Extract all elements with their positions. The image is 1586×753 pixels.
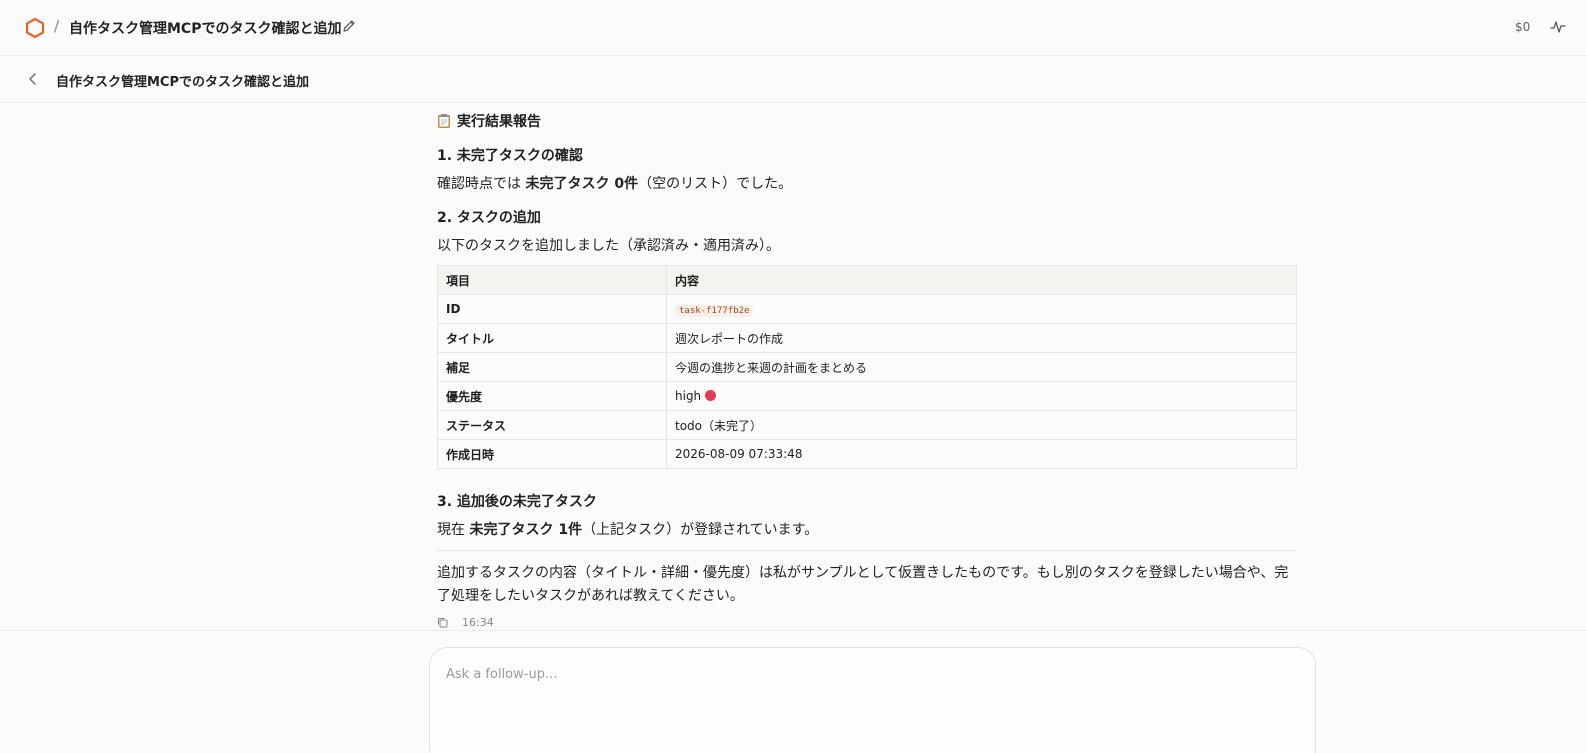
cost-indicator: $0 (1515, 20, 1531, 34)
composer-area (0, 630, 1586, 753)
table-value-cell: 今週の進捗と来週の計画をまとめる (666, 352, 1297, 382)
assistant-message: 実行結果報告 1. 未完了タスクの確認 確認時点では 未完了タスク 0件（空のリ… (437, 104, 1297, 630)
priority-value: high (675, 389, 702, 403)
table-row: タイトル 週次レポートの作成 (437, 323, 1297, 353)
task-id-code: task-f177fb2e (675, 305, 754, 317)
text-segment: 確認時点では (437, 176, 526, 192)
table-row: 優先度 high (437, 381, 1297, 411)
task-details-table: 項目 内容 ID task-f177fb2e タイトル 週次レポートの作成 補足… (437, 265, 1297, 469)
top-bar: / 自作タスク管理MCPでのタスク確認と追加 $0 (0, 0, 1586, 56)
sub-header: 自作タスク管理MCPでのタスク確認と追加 (0, 56, 1586, 103)
conversation-title: 自作タスク管理MCPでのタスク確認と追加 (56, 75, 310, 90)
report-heading: 実行結果報告 (437, 111, 541, 131)
note-paragraph: 追加するタスクの内容（タイトル・詳細・優先度）は私がサンプルとして仮置きしたもの… (437, 565, 1289, 604)
table-value-cell: todo（未完了） (666, 410, 1297, 440)
breadcrumb-separator: / (54, 17, 60, 35)
clipboard-icon (438, 114, 450, 128)
table-value-cell: 2026-08-09 07:33:48 (666, 439, 1297, 469)
table-row: ID task-f177fb2e (437, 294, 1297, 324)
activity-pulse-icon[interactable] (1550, 19, 1566, 35)
bold-text: 未完了タスク 1件 (469, 522, 583, 538)
table-value-cell: task-f177fb2e (666, 294, 1297, 324)
thread-title: 自作タスク管理MCPでのタスク確認と追加 (69, 21, 342, 37)
message-time: 16:34 (462, 616, 494, 629)
table-row: 補足 今週の進捗と来週の計画をまとめる (437, 352, 1297, 382)
message-meta: 16:34 (437, 616, 494, 629)
divider (437, 550, 1297, 551)
section-text: 現在 未完了タスク 1件（上記タスク）が登録されています。 (437, 519, 818, 539)
section-title: 2. タスクの追加 (437, 210, 541, 226)
table-key-cell: ステータス (437, 410, 667, 440)
chevron-left-icon[interactable] (26, 72, 40, 86)
follow-up-input[interactable] (446, 662, 1296, 686)
table-header-row: 項目 内容 (437, 265, 1297, 295)
red-circle-icon (705, 390, 717, 401)
section-text: 確認時点では 未完了タスク 0件（空のリスト）でした。 (437, 173, 792, 193)
table-row: ステータス todo（未完了） (437, 410, 1297, 440)
bold-text: 未完了タスク 0件 (525, 176, 639, 192)
text-segment: （空のリスト）でした。 (638, 176, 793, 192)
text-segment: 現在 (437, 522, 470, 538)
section-title: 3. 追加後の未完了タスク (437, 494, 597, 510)
table-value-cell: 週次レポートの作成 (666, 323, 1297, 353)
text-segment: （上記タスク）が登録されています。 (582, 522, 819, 538)
copy-icon[interactable] (437, 617, 448, 628)
pencil-edit-icon[interactable] (341, 18, 357, 34)
hexagon-logo-icon[interactable] (24, 17, 46, 39)
table-header-cell: 項目 (437, 265, 667, 295)
follow-up-composer[interactable] (429, 647, 1316, 753)
table-header-cell: 内容 (666, 265, 1297, 295)
table-key-cell: 作成日時 (437, 439, 667, 469)
table-key-cell: 補足 (437, 352, 667, 382)
table-key-cell: ID (437, 294, 667, 324)
table-row: 作成日時 2026-08-09 07:33:48 (437, 439, 1297, 469)
section-text: 以下のタスクを追加しました（承認済み・適用済み）。 (437, 238, 780, 254)
report-heading-text: 実行結果報告 (457, 114, 541, 130)
table-key-cell: 優先度 (437, 381, 667, 411)
section-title: 1. 未完了タスクの確認 (437, 148, 583, 164)
table-value-cell: high (666, 381, 1297, 411)
table-key-cell: タイトル (437, 323, 667, 353)
